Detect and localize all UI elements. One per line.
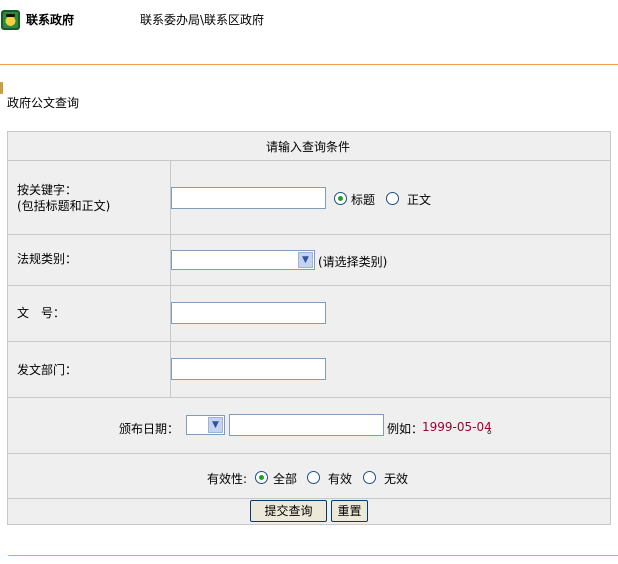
category-label: 法规类别： [17,252,78,266]
scope-title-radio[interactable] [334,192,347,205]
keyword-label-cell: 按关键字： (包括标题和正文) [8,161,171,234]
doc-number-input[interactable] [171,302,326,324]
date-example: 1999-05-04 [422,420,492,434]
category-label-cell: 法规类别： [8,235,171,285]
scope-body-radio[interactable] [386,192,399,205]
category-row: 法规类别： ▼ (请选择类别) [8,235,610,286]
date-example-prefix: 例如： [387,422,424,436]
buttons-row: 提交查询 重置 [8,499,610,524]
scope-body-label: 正文 [407,193,432,207]
form-heading-row: 请输入查询条件 [8,132,610,161]
doc-number-label-cell: 文 号： [8,286,171,341]
date-row: 颁布日期： ▼ 例如： 1999-05-04 。 [8,398,610,454]
doc-number-row: 文 号： [8,286,610,342]
top-bar: 联系政府 联系委办局\联系区政府 [0,0,618,40]
date-type-select[interactable]: ▼ [186,415,225,435]
reset-button[interactable]: 重置 [331,500,368,522]
section-title: 政府公文查询 [7,96,80,110]
doc-number-label: 文 号： [17,306,66,320]
date-input[interactable] [229,414,384,436]
category-select[interactable]: ▼ [171,250,315,270]
keyword-input[interactable] [171,187,326,209]
department-row: 发文部门： [8,342,610,398]
top-divider [0,64,618,65]
validity-row: 有效性: 全部 有效 无效 [8,454,610,499]
brand-title: 联系政府 [26,13,75,27]
breadcrumb[interactable]: 联系委办局\联系区政府 [140,11,264,28]
validity-label: 有效性: [207,472,248,486]
keyword-label: 按关键字： [17,183,78,197]
chevron-down-icon[interactable]: ▼ [298,252,313,268]
bottom-divider [8,555,618,556]
validity-all-radio[interactable] [255,471,268,484]
category-hint: (请选择类别) [318,255,388,269]
department-label: 发文部门： [17,363,78,377]
date-label: 颁布日期： [119,422,180,436]
query-form: 请输入查询条件 按关键字： (包括标题和正文) 标题 正文 法规类别： ▼ (请… [7,131,611,525]
keyword-sublabel: (包括标题和正文) [17,199,111,213]
department-label-cell: 发文部门： [8,342,171,397]
department-input[interactable] [171,358,326,380]
validity-invalid-radio[interactable] [363,471,376,484]
phone-logo-icon [1,10,20,30]
validity-invalid-label: 无效 [384,472,409,486]
keyword-row: 按关键字： (包括标题和正文) 标题 正文 [8,161,610,235]
form-heading: 请输入查询条件 [266,140,351,154]
submit-button[interactable]: 提交查询 [250,500,327,522]
scope-title-label: 标题 [351,193,376,207]
validity-valid-label: 有效 [328,472,353,486]
section-marker [0,82,3,94]
chevron-down-icon[interactable]: ▼ [208,417,223,433]
validity-valid-radio[interactable] [307,471,320,484]
validity-all-label: 全部 [273,472,298,486]
date-example-suffix: 。 [487,422,500,436]
